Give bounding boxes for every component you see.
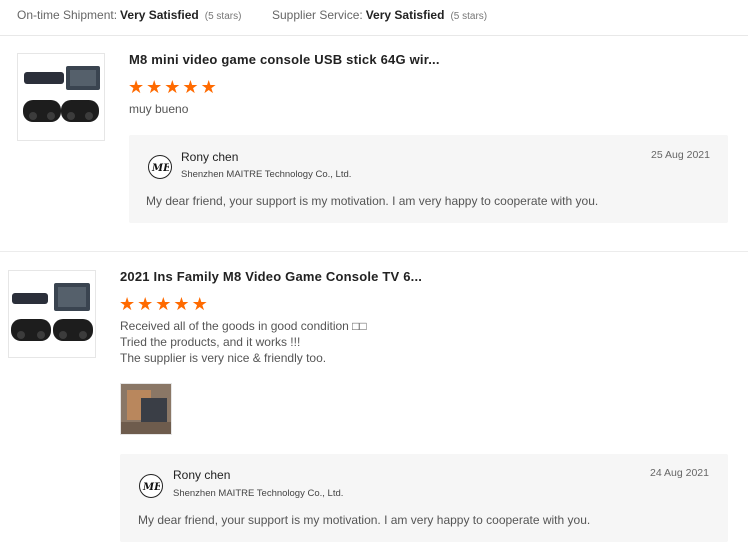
shipment-note: (5 stars) — [204, 11, 242, 22]
star-icon: ★ — [182, 77, 199, 97]
reply-author: Rony chen — [181, 150, 239, 164]
maitre-logo-icon: ME — [139, 474, 163, 498]
review-text-line: Tried the products, and it works !!! — [120, 335, 301, 349]
review-stars: ★ ★ ★ ★ ★ — [128, 78, 217, 96]
svg-text:ME: ME — [151, 163, 169, 173]
on-time-shipment-rating: On-time Shipment: Very Satisfied (5 stars) — [17, 8, 241, 22]
star-icon: ★ — [137, 294, 154, 314]
reply-date: 24 Aug 2021 — [650, 467, 709, 479]
star-icon: ★ — [173, 294, 190, 314]
review-stars: ★ ★ ★ ★ ★ — [119, 295, 208, 313]
star-icon: ★ — [191, 294, 208, 314]
review-text-line: The supplier is very nice & friendly too… — [120, 351, 327, 365]
reply-author: Rony chen — [173, 468, 231, 482]
star-icon: ★ — [119, 294, 136, 314]
star-icon: ★ — [146, 77, 163, 97]
product-title[interactable]: M8 mini video game console USB stick 64G… — [129, 52, 440, 67]
reply-date: 25 Aug 2021 — [651, 149, 710, 161]
review-divider — [0, 251, 748, 252]
star-icon: ★ — [128, 77, 145, 97]
game-console-product-image — [23, 66, 100, 122]
reply-company: Shenzhen MAITRE Technology Co., Ltd. — [173, 488, 344, 499]
reply-message: My dear friend, your support is my motiv… — [146, 194, 599, 208]
supplier-rating-bar: On-time Shipment: Very Satisfied (5 stars)… — [0, 0, 748, 36]
maitre-logo-icon: ME — [148, 155, 172, 179]
supplier-service-rating: Supplier Service: Very Satisfied (5 stars) — [272, 8, 487, 22]
supplier-reply: ME Rony chen Shenzhen MAITRE Technology … — [120, 454, 728, 542]
reply-message: My dear friend, your support is my motiv… — [138, 513, 591, 527]
star-icon: ★ — [200, 77, 217, 97]
review-photo[interactable] — [120, 383, 172, 435]
service-note: (5 stars) — [450, 11, 488, 22]
review-text-line: muy bueno — [129, 102, 189, 116]
game-console-product-image — [11, 283, 93, 341]
service-label: Supplier Service: — [272, 8, 363, 22]
shipment-label: On-time Shipment: — [17, 8, 118, 22]
product-title[interactable]: 2021 Ins Family M8 Video Game Console TV… — [120, 269, 422, 284]
service-value: Very Satisfied — [365, 8, 445, 22]
star-icon: ★ — [155, 294, 172, 314]
customer-photo-image — [121, 384, 171, 434]
reply-company: Shenzhen MAITRE Technology Co., Ltd. — [181, 169, 352, 180]
review-text: Received all of the goods in good condit… — [120, 318, 367, 366]
product-thumbnail[interactable] — [8, 270, 96, 358]
product-thumbnail[interactable] — [17, 53, 105, 141]
supplier-reply: ME Rony chen Shenzhen MAITRE Technology … — [129, 135, 728, 223]
star-icon: ★ — [164, 77, 181, 97]
svg-text:ME: ME — [142, 482, 160, 492]
shipment-value: Very Satisfied — [120, 8, 199, 22]
review-text: muy bueno — [129, 101, 188, 117]
review-text-line: Received all of the goods in good condit… — [120, 319, 367, 333]
